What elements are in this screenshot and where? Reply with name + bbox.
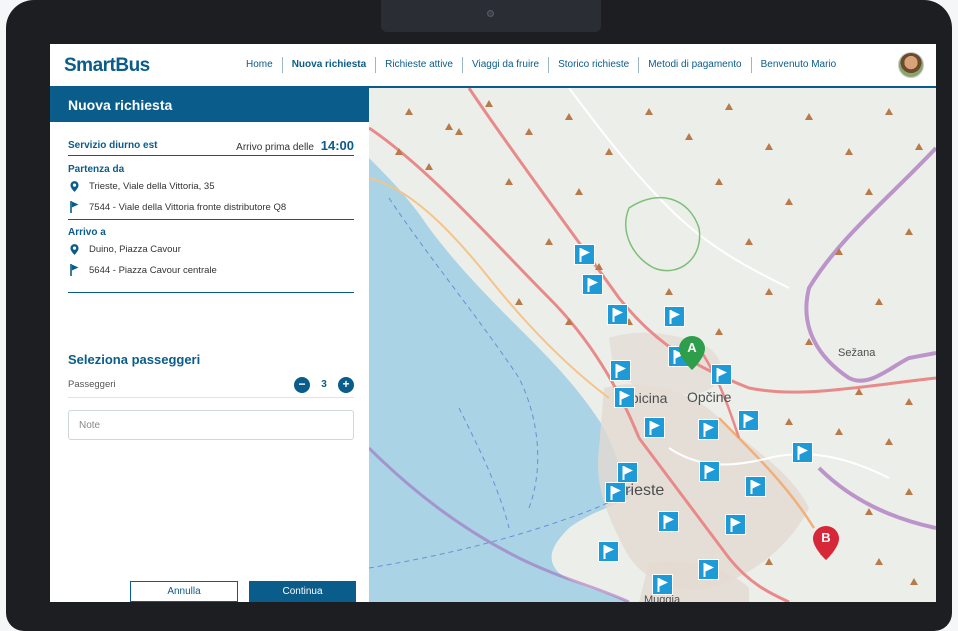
bus-stop-flag-icon xyxy=(730,518,741,532)
arrival-deadline-time: 14:00 xyxy=(320,138,354,153)
request-panel: Nuova richiesta Servizio diurno est Arri… xyxy=(50,88,369,602)
destination-marker-label: B xyxy=(821,530,831,545)
bus-stop-flag-icon xyxy=(68,264,80,276)
continue-button[interactable]: Continua xyxy=(249,581,356,602)
smartbus-logo[interactable]: SmartBus xyxy=(64,55,150,77)
arrival-stop: 5644 - Piazza Cavour centrale xyxy=(68,264,217,276)
passengers-count: 3 xyxy=(321,379,327,390)
cancel-button[interactable]: Annulla xyxy=(130,581,238,602)
bus-stop-flag-icon xyxy=(603,545,614,559)
departure-address: Trieste, Viale della Vittoria, 35 xyxy=(68,181,215,192)
arrival-label: Arrivo a xyxy=(68,227,106,238)
service-row: Servizio diurno est Arrivo prima delle 1… xyxy=(68,136,354,156)
app-screen: SmartBus Home Nuova richiesta Richieste … xyxy=(50,44,936,602)
bus-stop-flag-icon xyxy=(669,310,680,324)
departure-address-text: Trieste, Viale della Vittoria, 35 xyxy=(89,181,215,192)
bus-stop-flag-icon xyxy=(657,578,668,592)
passengers-row: Passeggeri − 3 + xyxy=(68,372,354,398)
bus-stop-flag-icon xyxy=(703,563,714,577)
bus-stop-flag-icon xyxy=(716,368,727,382)
bus-stop-flag-icon xyxy=(663,515,674,529)
bus-stop-marker[interactable] xyxy=(614,387,635,408)
bus-stop-marker[interactable] xyxy=(658,511,679,532)
bus-stop-flag-icon xyxy=(610,486,621,500)
arrival-stop-text: 5644 - Piazza Cavour centrale xyxy=(89,264,217,276)
bus-stop-marker[interactable] xyxy=(792,442,813,463)
service-name: Servizio diurno est xyxy=(68,140,158,151)
main-nav: Home Nuova richiesta Richieste attive Vi… xyxy=(237,44,845,86)
bus-stop-flag-icon xyxy=(615,364,626,378)
bus-stop-flag-icon xyxy=(649,421,660,435)
nav-nuova-richiesta[interactable]: Nuova richiesta xyxy=(283,57,377,73)
map-label-sezana: Sežana xyxy=(838,347,876,359)
bus-stop-marker[interactable] xyxy=(698,559,719,580)
bus-stop-marker[interactable] xyxy=(652,574,673,595)
bus-stop-flag-icon xyxy=(622,466,633,480)
user-greeting[interactable]: Benvenuto Mario xyxy=(752,57,846,73)
origin-marker-label: A xyxy=(687,340,697,355)
bus-stop-marker[interactable] xyxy=(644,417,665,438)
bus-stop-flag-icon xyxy=(587,278,598,292)
webcam-icon xyxy=(487,10,494,17)
panel-title: Nuova richiesta xyxy=(50,88,369,122)
bus-stop-marker[interactable] xyxy=(598,541,619,562)
origin-marker[interactable]: A xyxy=(679,336,705,370)
arrival-address: Duino, Piazza Cavour xyxy=(68,244,181,255)
top-navigation-bar: SmartBus Home Nuova richiesta Richieste … xyxy=(50,44,936,88)
map-label-opcine: Opčine xyxy=(687,389,732,405)
nav-storico-richieste[interactable]: Storico richieste xyxy=(549,57,640,73)
bus-stop-marker[interactable] xyxy=(574,244,595,265)
bus-stop-flag-icon xyxy=(703,423,714,437)
bus-stop-marker[interactable] xyxy=(664,306,685,327)
bus-stop-flag-icon xyxy=(750,480,761,494)
departure-stop: 7544 - Viale della Vittoria fronte distr… xyxy=(68,201,286,213)
bus-stop-marker[interactable] xyxy=(582,274,603,295)
bus-stop-marker[interactable] xyxy=(711,364,732,385)
decrement-passengers-button[interactable]: − xyxy=(294,376,310,393)
user-avatar[interactable] xyxy=(898,52,924,78)
bus-stop-marker[interactable] xyxy=(605,482,626,503)
passengers-title: Seleziona passeggeri xyxy=(68,352,201,367)
destination-marker[interactable]: B xyxy=(813,526,839,560)
arrival-deadline-label: Arrivo prima delle xyxy=(236,142,314,153)
increment-passengers-button[interactable]: + xyxy=(338,376,354,393)
divider xyxy=(68,292,354,293)
bus-stop-flag-icon xyxy=(579,248,590,262)
location-pin-icon xyxy=(68,181,80,192)
passengers-stepper: − 3 + xyxy=(294,376,354,393)
bus-stop-marker[interactable] xyxy=(617,462,638,483)
bus-stop-marker[interactable] xyxy=(607,304,628,325)
bus-stop-marker[interactable] xyxy=(610,360,631,381)
bus-stop-marker[interactable] xyxy=(745,476,766,497)
nav-richieste-attive[interactable]: Richieste attive xyxy=(376,57,463,73)
note-input[interactable]: Note xyxy=(68,410,354,440)
passengers-label: Passeggeri xyxy=(68,379,116,390)
bus-stop-flag-icon xyxy=(612,308,623,322)
bus-stop-marker[interactable] xyxy=(725,514,746,535)
map-label-muggia: Muggia xyxy=(644,594,681,602)
divider xyxy=(68,219,354,220)
bus-stop-marker[interactable] xyxy=(738,410,759,431)
nav-viaggi-da-fruire[interactable]: Viaggi da fruire xyxy=(463,57,550,73)
nav-metodi-di-pagamento[interactable]: Metodi di pagamento xyxy=(639,57,752,73)
arrival-deadline: Arrivo prima delle 14:00 xyxy=(236,138,354,153)
bus-stop-flag-icon xyxy=(68,201,80,213)
bus-stop-flag-icon xyxy=(619,391,630,405)
departure-label: Partenza da xyxy=(68,164,125,175)
location-pin-icon xyxy=(68,244,80,255)
bus-stop-flag-icon xyxy=(704,465,715,479)
laptop-frame: SmartBus Home Nuova richiesta Richieste … xyxy=(6,0,952,631)
nav-home[interactable]: Home xyxy=(237,57,283,73)
departure-stop-text: 7544 - Viale della Vittoria fronte distr… xyxy=(89,201,287,213)
bus-stop-flag-icon xyxy=(743,414,754,428)
bus-stop-marker[interactable] xyxy=(699,461,720,482)
arrival-address-text: Duino, Piazza Cavour xyxy=(89,244,181,255)
bus-stop-flag-icon xyxy=(797,446,808,460)
route-map[interactable]: Opicina Opčine Trieste Sežana Muggia A B xyxy=(369,88,936,602)
bus-stop-marker[interactable] xyxy=(698,419,719,440)
map-base xyxy=(369,88,936,602)
